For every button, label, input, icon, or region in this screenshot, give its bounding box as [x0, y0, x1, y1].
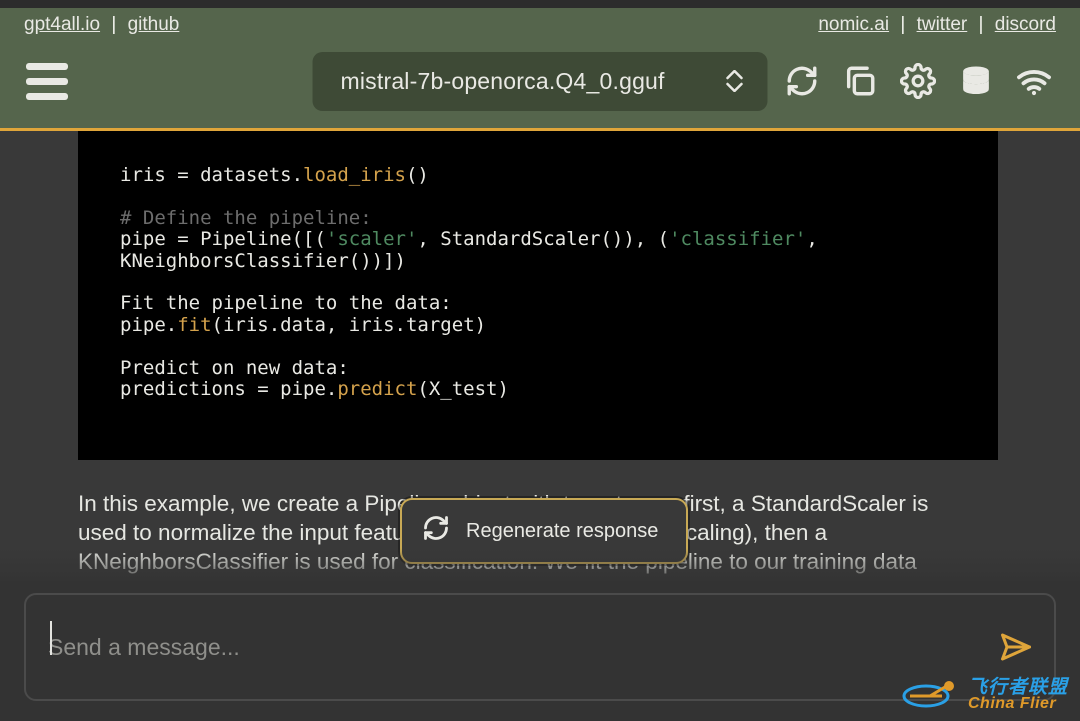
- code-text: pipe = Pipeline([(: [120, 228, 326, 250]
- code-text: (iris.data, iris.target): [212, 314, 487, 336]
- code-text: load_iris: [303, 164, 406, 186]
- menu-button[interactable]: [24, 58, 70, 104]
- header-main: mistral-7b-openorca.Q4_0.gguf: [24, 42, 1056, 120]
- code-text: (X_test): [417, 378, 509, 400]
- message-input[interactable]: [48, 634, 1032, 661]
- model-name: mistral-7b-openorca.Q4_0.gguf: [341, 68, 665, 95]
- code-text: fit: [177, 314, 211, 336]
- link-sep: |: [106, 14, 122, 35]
- code-text: (): [406, 164, 429, 186]
- database-icon[interactable]: [958, 63, 994, 99]
- message-input-box[interactable]: [24, 593, 1056, 701]
- regenerate-button[interactable]: Regenerate response: [400, 498, 688, 564]
- code-text: KNeighborsClassifier())]): [120, 250, 406, 272]
- chevron-updown-icon: [726, 70, 744, 92]
- code-block: iris = datasets.load_iris() # Define the…: [78, 131, 998, 460]
- links-right: nomic.ai | twitter | discord: [818, 14, 1056, 36]
- code-text: 'classifier': [669, 228, 806, 250]
- send-button[interactable]: [996, 627, 1036, 667]
- link-nomic[interactable]: nomic.ai: [818, 14, 889, 35]
- copy-icon[interactable]: [842, 63, 878, 99]
- link-gpt4all[interactable]: gpt4all.io: [24, 14, 100, 35]
- code-text: Predict on new data:: [120, 357, 349, 379]
- regenerate-label: Regenerate response: [466, 520, 658, 543]
- code-text: Fit the pipeline to the data:: [120, 292, 452, 314]
- text-caret: [50, 621, 52, 655]
- code-text: pipe.: [120, 314, 177, 336]
- code-text: iris = datasets.: [120, 164, 303, 186]
- toolbar: [784, 63, 1056, 99]
- link-sep: |: [973, 14, 989, 35]
- code-comment: # Define the pipeline:: [120, 207, 372, 229]
- code-text: 'scaler': [326, 228, 418, 250]
- app-header: gpt4all.io | github nomic.ai | twitter |…: [0, 0, 1080, 128]
- code-text: predictions = pipe.: [120, 378, 337, 400]
- code-text: predict: [337, 378, 417, 400]
- link-discord[interactable]: discord: [995, 14, 1056, 35]
- refresh-icon[interactable]: [784, 63, 820, 99]
- code-text: ,: [806, 228, 817, 250]
- link-twitter[interactable]: twitter: [917, 14, 968, 35]
- gear-icon[interactable]: [900, 63, 936, 99]
- link-github[interactable]: github: [128, 14, 180, 35]
- link-bar: gpt4all.io | github nomic.ai | twitter |…: [24, 8, 1056, 36]
- model-select[interactable]: mistral-7b-openorca.Q4_0.gguf: [313, 52, 768, 111]
- wifi-icon[interactable]: [1016, 63, 1052, 99]
- composer: [0, 581, 1080, 721]
- refresh-icon: [422, 514, 450, 548]
- link-sep: |: [895, 14, 911, 35]
- code-text: , StandardScaler()), (: [417, 228, 669, 250]
- links-left: gpt4all.io | github: [24, 14, 179, 36]
